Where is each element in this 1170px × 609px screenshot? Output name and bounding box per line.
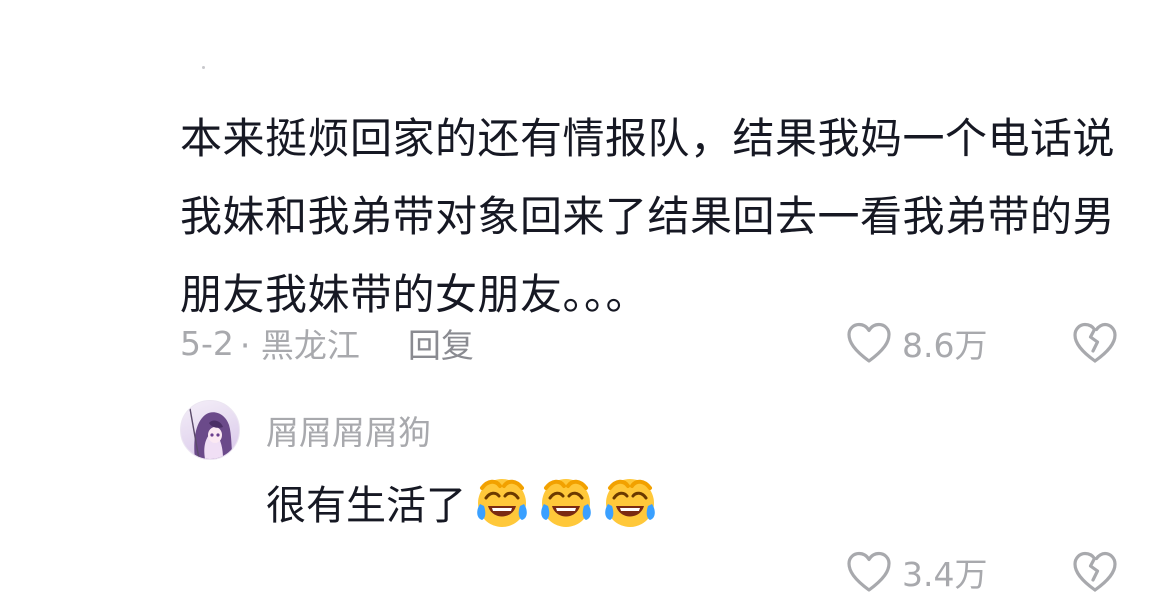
heart-outline-icon xyxy=(847,551,891,592)
comment-meta: 5-2 · 黑龙江 回复 xyxy=(180,318,474,368)
reply-content: 很有生活了 xyxy=(266,472,658,532)
comment-location: · 黑龙江 xyxy=(239,326,360,365)
laughing-crying-emoji-icon xyxy=(541,479,591,527)
reply-like-button[interactable]: 3.4万 xyxy=(846,547,987,597)
reply-username[interactable]: 屑屑屑屑狗 xyxy=(266,406,431,454)
comment-date: 5-2 xyxy=(180,323,234,363)
comment-like-button[interactable]: 8.6万 xyxy=(846,318,987,368)
avatar[interactable] xyxy=(180,400,240,460)
broken-heart-icon[interactable] xyxy=(1072,549,1118,595)
reply-like-count: 3.4万 xyxy=(902,555,988,594)
broken-heart-icon[interactable] xyxy=(1072,320,1118,366)
comment-like-count: 8.6万 xyxy=(902,326,988,365)
heart-outline-icon xyxy=(847,322,891,363)
laughing-crying-emoji-icon xyxy=(477,479,527,527)
reply-text: 很有生活了 xyxy=(266,483,466,529)
reply-button[interactable]: 回复 xyxy=(408,319,474,367)
decorative-dot xyxy=(202,66,205,69)
comment-text: 本来挺烦回家的还有情报队，结果我妈一个电话说我妹和我弟带对象回来了结果回去一看我… xyxy=(180,114,1116,319)
laughing-crying-emoji-icon xyxy=(605,479,655,527)
anime-girl-avatar-icon xyxy=(188,402,233,459)
